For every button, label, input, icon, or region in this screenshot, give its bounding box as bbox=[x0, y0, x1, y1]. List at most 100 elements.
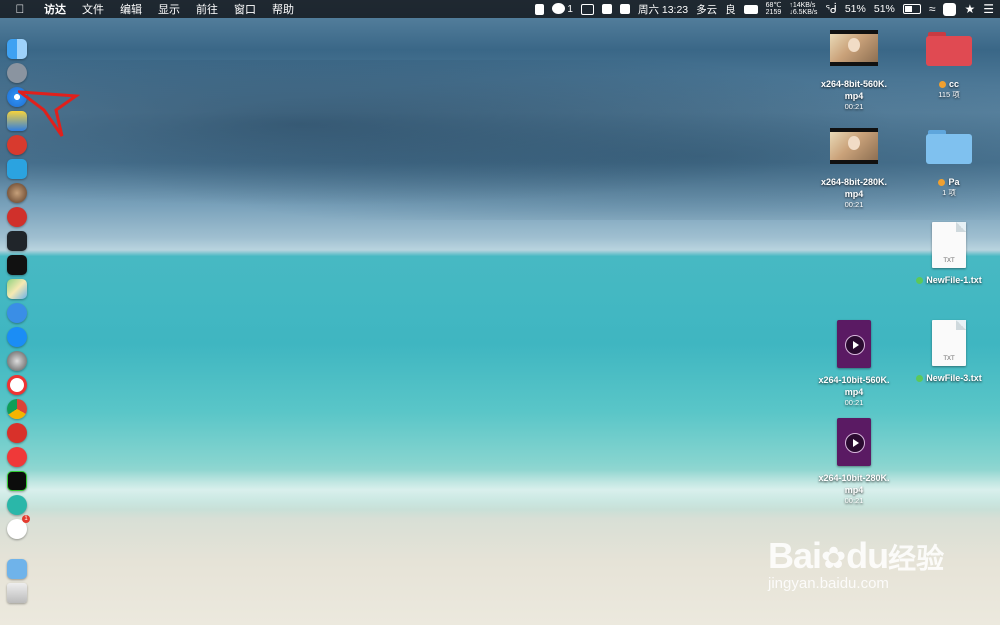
file-name-ext: mp4 bbox=[844, 387, 864, 397]
wechat-count: 1 bbox=[567, 4, 573, 15]
netease-music-icon[interactable] bbox=[7, 207, 27, 227]
terminal-green-icon[interactable] bbox=[7, 471, 27, 491]
chrome-icon[interactable] bbox=[7, 399, 27, 419]
paw-icon: ✿ bbox=[821, 542, 847, 575]
file-name-ext: mp4 bbox=[844, 189, 864, 199]
menu-file[interactable]: 文件 bbox=[74, 1, 112, 17]
desktop-video-3[interactable]: x264-10bit-560K. mp4 00:21 bbox=[806, 320, 902, 408]
downloads-icon[interactable] bbox=[7, 559, 27, 579]
file-name: x264-8bit-280K. bbox=[820, 177, 888, 187]
star-icon[interactable]: ★ bbox=[964, 2, 975, 16]
input-method-icon[interactable] bbox=[943, 2, 957, 16]
video-thumbnail-icon bbox=[830, 128, 878, 164]
menu-go[interactable]: 前往 bbox=[188, 1, 226, 17]
desktop-video-4[interactable]: x264-10bit-280K. mp4 00:21 bbox=[806, 418, 902, 506]
folder-count: 115 项 bbox=[938, 90, 960, 99]
apple-menu-icon[interactable]:  bbox=[12, 2, 28, 16]
battery-percent-a[interactable]: 51% bbox=[845, 3, 866, 15]
watermark-brand2: du bbox=[846, 535, 889, 576]
file-name-ext: mp4 bbox=[844, 91, 864, 101]
video-file-icon bbox=[837, 320, 871, 368]
app-store-icon[interactable] bbox=[7, 327, 27, 347]
folder-name: Pa bbox=[948, 177, 960, 187]
display-icon[interactable] bbox=[580, 3, 594, 15]
menu-bar:  访达 文件 编辑 显示 前往 窗口 帮助 1 周六 13:23 多云 良 6… bbox=[0, 0, 1000, 18]
desktop-video-2[interactable]: x264-8bit-280K. mp4 00:21 bbox=[806, 128, 902, 210]
maps-icon[interactable] bbox=[7, 279, 27, 299]
siri-icon[interactable] bbox=[7, 303, 27, 323]
tag-dot bbox=[938, 179, 946, 186]
finder-icon[interactable] bbox=[7, 39, 27, 59]
hdd-icon[interactable] bbox=[743, 4, 758, 14]
red-folder-icon bbox=[926, 30, 972, 66]
watermark-brand: Bai bbox=[768, 535, 822, 576]
grid-icon[interactable] bbox=[601, 4, 612, 14]
tag-dot bbox=[916, 277, 924, 284]
desktop-folder-pa[interactable]: Pa 1 项 bbox=[901, 128, 997, 198]
wifi-icon[interactable]: ≈ bbox=[929, 2, 936, 16]
network-stats[interactable]: ↑14KB/s ↓6.5KB/s bbox=[789, 2, 817, 16]
migration-icon[interactable] bbox=[7, 159, 27, 179]
yandex-icon[interactable] bbox=[7, 375, 27, 395]
clock[interactable]: 周六 13:23 bbox=[638, 2, 688, 17]
blue-folder-icon bbox=[926, 128, 972, 164]
file-ext-label: TXT bbox=[943, 258, 955, 264]
vivaldi-icon[interactable] bbox=[7, 447, 27, 467]
file-name: x264-10bit-280K. bbox=[818, 473, 890, 483]
annotation-arrow-shape bbox=[18, 90, 80, 137]
weather-text[interactable]: 多云 bbox=[696, 2, 717, 17]
folder-name: cc bbox=[948, 79, 959, 89]
net-up: ↑14KB/s bbox=[789, 2, 816, 9]
menu-view[interactable]: 显示 bbox=[150, 1, 188, 17]
battery-icon[interactable] bbox=[902, 4, 921, 14]
annotation-arrow bbox=[18, 90, 80, 137]
watermark-url: jingyan.baidu.com bbox=[768, 575, 889, 592]
file-duration: 00:21 bbox=[844, 398, 864, 407]
launchpad-icon[interactable] bbox=[7, 63, 27, 83]
wechat-status[interactable]: 1 bbox=[551, 3, 573, 15]
activity-monitor-icon[interactable] bbox=[7, 231, 27, 251]
video-file-icon bbox=[837, 418, 871, 466]
system-preferences-icon[interactable] bbox=[7, 351, 27, 371]
terminal-icon[interactable] bbox=[7, 255, 27, 275]
menu-app-name[interactable]: 访达 bbox=[36, 1, 74, 17]
wechat-icon[interactable]: 1 bbox=[7, 515, 30, 539]
system-stats[interactable]: 68℃ 2159 bbox=[766, 2, 782, 16]
split-view-icon[interactable] bbox=[619, 4, 630, 14]
watermark-cn: 经验 bbox=[888, 543, 945, 574]
file-name: x264-10bit-560K. bbox=[818, 375, 890, 385]
menu-edit[interactable]: 编辑 bbox=[112, 1, 150, 17]
file-duration: 00:21 bbox=[844, 496, 864, 505]
menu-list-icon[interactable]: ☰ bbox=[983, 2, 994, 16]
file-ext-label: TXT bbox=[943, 356, 955, 362]
netease-cloud-icon[interactable] bbox=[7, 423, 27, 443]
tag-dot bbox=[938, 81, 946, 88]
desktop-folder-cc[interactable]: cc 115 项 bbox=[901, 30, 997, 100]
status-app-icon[interactable] bbox=[534, 3, 544, 15]
bluetooth-icon[interactable]: ᖂ bbox=[825, 3, 837, 16]
wechat-badge: 1 bbox=[22, 515, 30, 523]
astro-icon[interactable] bbox=[7, 183, 27, 203]
menu-help[interactable]: 帮助 bbox=[264, 1, 302, 17]
trash-icon[interactable] bbox=[7, 583, 27, 603]
desktop-txt-3[interactable]: TXT NewFile-3.txt bbox=[901, 320, 997, 384]
net-down: ↓6.5KB/s bbox=[789, 9, 818, 16]
sync-icon[interactable] bbox=[7, 495, 27, 515]
video-thumbnail-icon bbox=[830, 30, 878, 66]
txt-file-icon: TXT bbox=[932, 320, 966, 366]
menu-window[interactable]: 窗口 bbox=[226, 1, 264, 17]
txt-file-icon: TXT bbox=[932, 222, 966, 268]
wechat-icon bbox=[551, 3, 565, 14]
battery-percent-b[interactable]: 51% bbox=[874, 3, 895, 15]
air-quality-text[interactable]: 良 bbox=[725, 2, 736, 17]
folder-count: 1 项 bbox=[942, 188, 956, 197]
desktop-video-1[interactable]: x264-8bit-560K. mp4 00:21 bbox=[806, 30, 902, 112]
tag-dot bbox=[916, 375, 924, 382]
file-name: x264-8bit-560K. bbox=[820, 79, 888, 89]
file-duration: 00:21 bbox=[844, 102, 864, 111]
file-name: NewFile-3.txt bbox=[926, 373, 982, 383]
file-name: NewFile-1.txt bbox=[926, 275, 982, 285]
fan-speed: 2159 bbox=[765, 9, 782, 16]
cpu-temp: 68℃ bbox=[765, 2, 782, 9]
desktop-txt-1[interactable]: TXT NewFile-1.txt bbox=[901, 222, 997, 286]
